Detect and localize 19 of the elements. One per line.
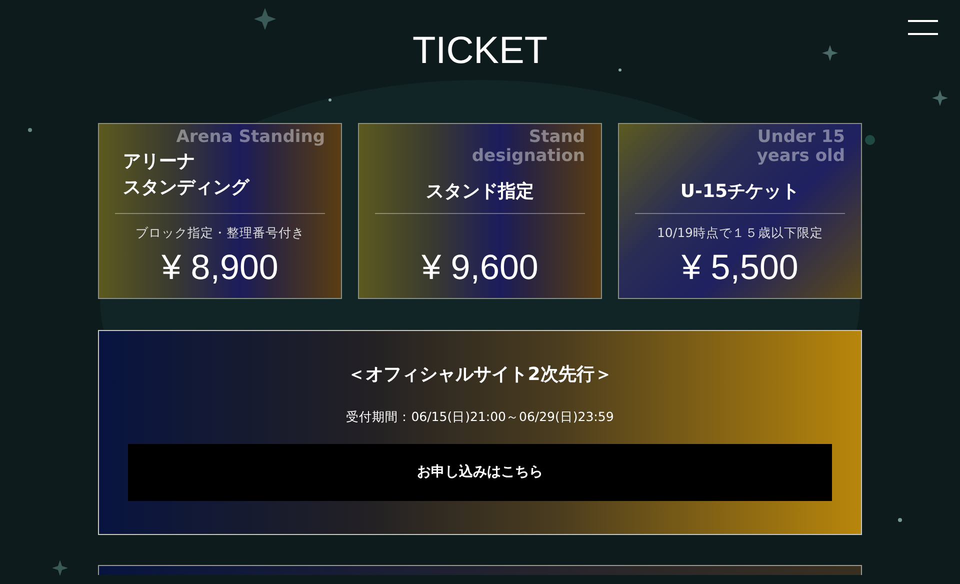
- ticket-note: ブロック指定・整理番号付き: [134, 224, 306, 242]
- ticket-name: アリーナ: [123, 150, 196, 174]
- background-label: Under 15: [757, 128, 845, 147]
- ticket-name: スタンド指定: [425, 180, 535, 204]
- sale-period: 受付期間：06/15(日)21:00～06/29(日)23:59: [346, 408, 614, 426]
- background-label: Stand: [528, 128, 585, 147]
- ticket-name: U-15チケット: [679, 180, 801, 204]
- apply-button[interactable]: お申し込みはこちら: [128, 444, 832, 501]
- ticket-price: ¥ 5,500: [680, 250, 800, 285]
- background-label: designation: [472, 146, 585, 166]
- background-label: Arena Standing: [176, 128, 325, 147]
- ticket-note: 10/19時点で１５歳以下限定: [656, 224, 824, 242]
- ticket-price: ¥ 9,600: [420, 250, 540, 285]
- menu-icon[interactable]: [908, 20, 938, 36]
- ticket-name: スタンディング: [123, 176, 251, 200]
- background-label: years old: [756, 146, 845, 166]
- ticket-price: ¥ 8,900: [160, 250, 280, 285]
- sale-title: ＜オフィシャルサイト2次先行＞: [348, 363, 612, 387]
- page-title: TICKET: [411, 32, 549, 70]
